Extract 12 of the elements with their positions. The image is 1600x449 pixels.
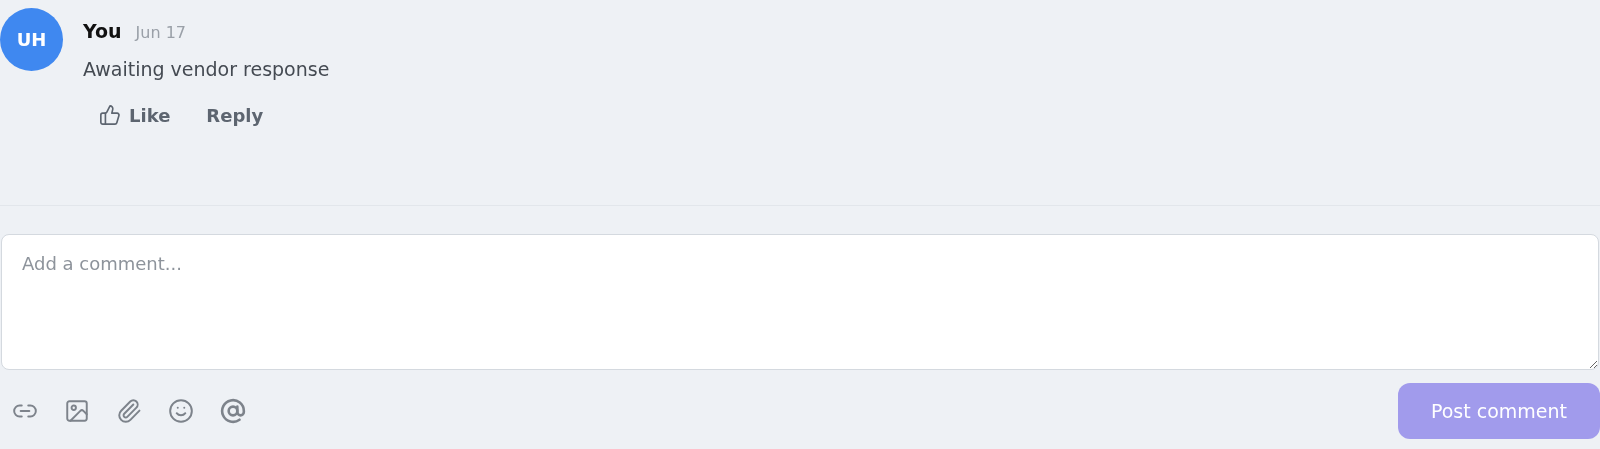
like-button[interactable]: Like (99, 104, 171, 126)
comment-text: Awaiting vendor response (83, 58, 330, 80)
paperclip-icon[interactable] (116, 398, 142, 424)
at-sign-icon[interactable] (220, 398, 246, 424)
image-icon[interactable] (64, 398, 90, 424)
user-avatar: UH (0, 8, 63, 71)
author-name: You (83, 20, 122, 42)
comment-date: Jun 17 (135, 23, 187, 42)
reply-button[interactable]: Reply (206, 104, 264, 126)
thumbs-up-icon (99, 104, 121, 126)
smiley-icon[interactable] (168, 398, 194, 424)
comment-field[interactable]: Add a comment... (1, 234, 1599, 370)
